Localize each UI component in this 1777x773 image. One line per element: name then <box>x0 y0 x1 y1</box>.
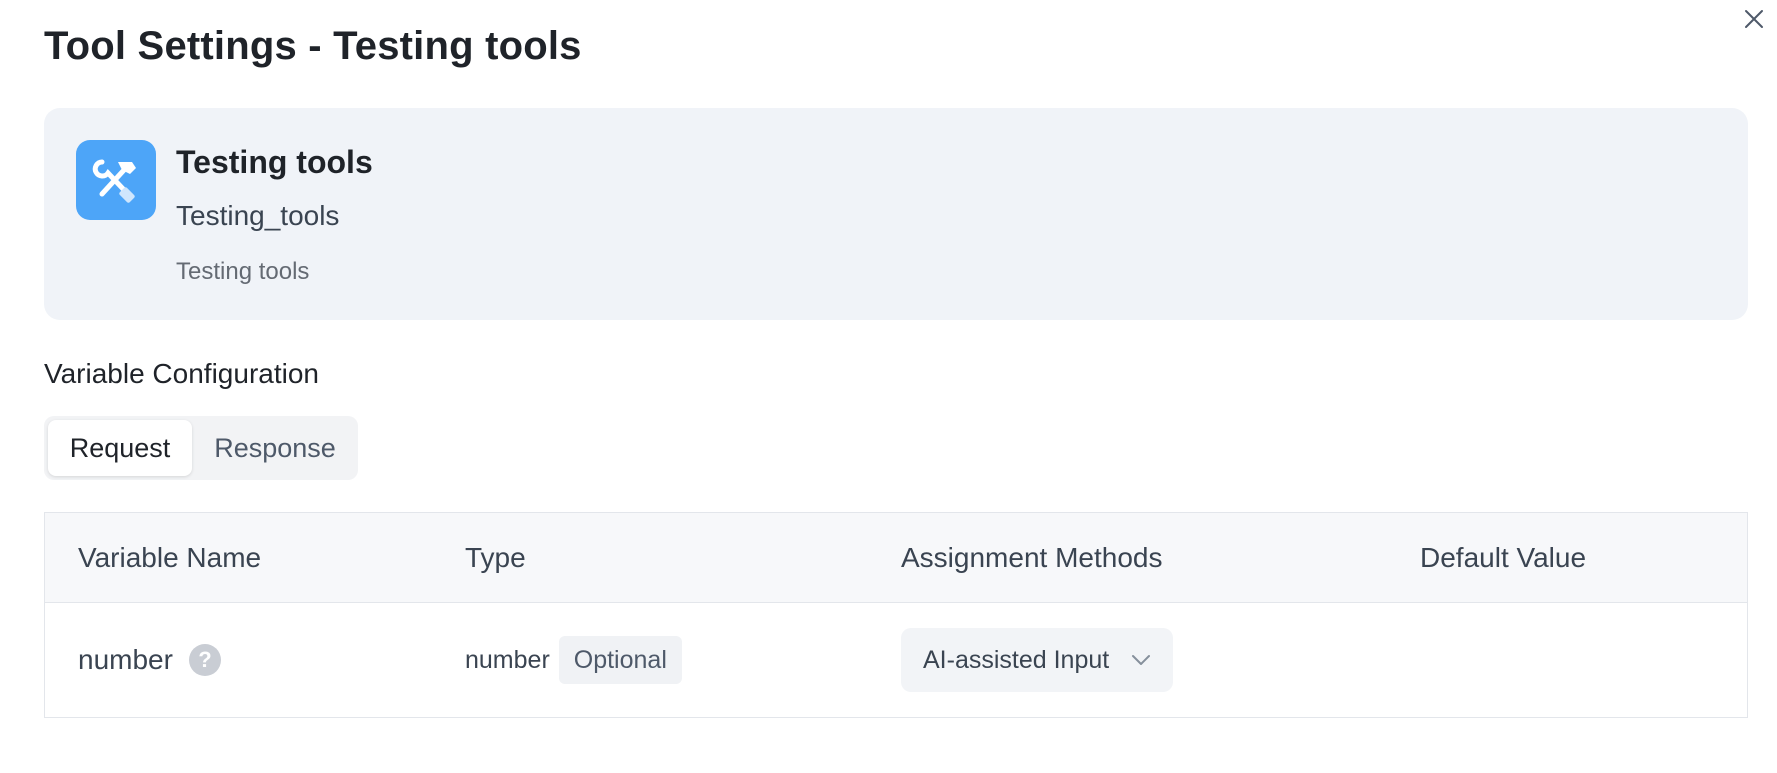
assignment-cell: AI-assisted Input <box>901 603 1173 717</box>
chevron-down-icon <box>1132 655 1150 665</box>
help-icon[interactable]: ? <box>188 644 221 676</box>
variables-table: Variable Name Type Assignment Methods De… <box>44 512 1748 718</box>
tab-request[interactable]: Request <box>48 420 192 476</box>
tool-settings-dialog: Tool Settings - Testing tools Testing to… <box>0 0 1777 773</box>
close-button[interactable] <box>1741 6 1767 32</box>
request-response-tabs: Request Response <box>44 416 358 480</box>
tool-description: Testing tools <box>176 258 310 285</box>
header-assignment-methods: Assignment Methods <box>901 542 1163 573</box>
tool-name: Testing tools <box>176 144 373 180</box>
assignment-method-value: AI-assisted Input <box>923 645 1110 674</box>
header-variable-name: Variable Name <box>78 542 262 573</box>
header-default-value: Default Value <box>1420 542 1587 573</box>
variable-name: number <box>78 644 173 675</box>
dialog-title: Tool Settings - Testing tools <box>44 24 582 68</box>
optional-badge: Optional <box>558 636 682 684</box>
variable-configuration-label: Variable Configuration <box>44 358 319 389</box>
type-cell: number Optional <box>465 603 682 717</box>
assignment-method-select[interactable]: AI-assisted Input <box>901 628 1173 692</box>
close-icon <box>1745 10 1763 28</box>
header-type: Type <box>465 542 526 573</box>
table-header: Variable Name Type Assignment Methods De… <box>45 513 1747 603</box>
variable-type: number <box>465 645 550 674</box>
tab-response[interactable]: Response <box>196 420 354 476</box>
tool-info-card: Testing tools Testing_tools Testing tool… <box>44 108 1748 320</box>
tool-identifier: Testing_tools <box>176 200 340 231</box>
table-row: number ? number Optional AI-assisted Inp… <box>45 603 1747 717</box>
variable-name-cell: number ? <box>78 603 221 717</box>
tools-icon <box>76 140 156 220</box>
